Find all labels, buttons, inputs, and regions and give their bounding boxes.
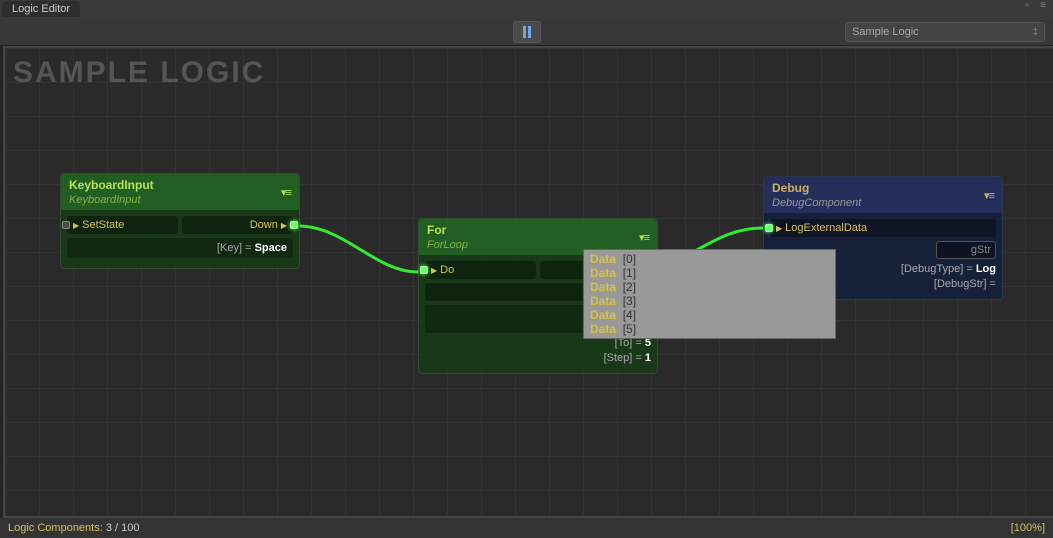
popup-item[interactable]: Data [2]: [586, 280, 833, 294]
popup-item[interactable]: Data [5]: [586, 322, 833, 336]
status-left: Logic Components: 3 / 100: [8, 522, 139, 534]
node-title: Debug: [772, 181, 809, 195]
input-port[interactable]: [62, 221, 70, 229]
node-menu-icon[interactable]: ▾≡: [984, 189, 994, 202]
dropdown-value: Sample Logic: [852, 26, 919, 38]
port-setstate[interactable]: ▶SetState: [67, 216, 178, 234]
pause-button[interactable]: [513, 21, 541, 43]
node-menu-icon[interactable]: ▾≡: [639, 231, 649, 244]
zoom-level: [100%]: [1011, 522, 1045, 534]
key-value-row: [Key] = Space: [67, 238, 293, 258]
menu-icon[interactable]: ≡: [1037, 1, 1049, 13]
node-subtitle: DebugComponent: [772, 197, 861, 209]
logic-dropdown[interactable]: Sample Logic: [845, 22, 1045, 42]
minimize-icon[interactable]: ▫: [1021, 1, 1033, 13]
port-logexternaldata[interactable]: ▶LogExternalData: [770, 219, 996, 237]
popup-item[interactable]: Data [1]: [586, 266, 833, 280]
node-keyboard-input[interactable]: KeyboardInput KeyboardInput ▾≡ ▶SetState…: [60, 173, 300, 269]
node-title: For: [427, 223, 446, 237]
popup-item[interactable]: Data [0]: [586, 252, 833, 266]
window-tab[interactable]: Logic Editor: [2, 1, 80, 17]
popup-item[interactable]: Data [3]: [586, 294, 833, 308]
gstr-input[interactable]: gStr: [936, 241, 996, 259]
step-line: [Step] = 1: [425, 352, 651, 364]
watermark: SAMPLE LOGIC: [13, 56, 265, 90]
window-controls: ▫ ≡: [1021, 1, 1049, 13]
input-port[interactable]: [765, 224, 773, 232]
node-title: KeyboardInput: [69, 178, 154, 192]
port-do[interactable]: ▶Do: [425, 261, 536, 279]
node-menu-icon[interactable]: ▾≡: [281, 186, 291, 199]
output-port[interactable]: [290, 221, 298, 229]
node-subtitle: ForLoop: [427, 239, 468, 251]
input-port[interactable]: [420, 266, 428, 274]
statusbar: Logic Components: 3 / 100 [100%]: [0, 518, 1053, 538]
graph-canvas[interactable]: SAMPLE LOGIC KeyboardInput KeyboardInput…: [3, 46, 1053, 518]
node-header[interactable]: KeyboardInput KeyboardInput ▾≡: [61, 174, 299, 210]
port-down[interactable]: Down▶: [182, 216, 293, 234]
toolbar: Sample Logic: [0, 18, 1053, 46]
popup-item[interactable]: Data [4]: [586, 308, 833, 322]
node-subtitle: KeyboardInput: [69, 194, 154, 206]
data-popup[interactable]: Data [0]Data [1]Data [2]Data [3]Data [4]…: [583, 249, 836, 339]
node-header[interactable]: Debug DebugComponent ▾≡: [764, 177, 1002, 213]
titlebar: Logic Editor ▫ ≡: [0, 0, 1053, 18]
